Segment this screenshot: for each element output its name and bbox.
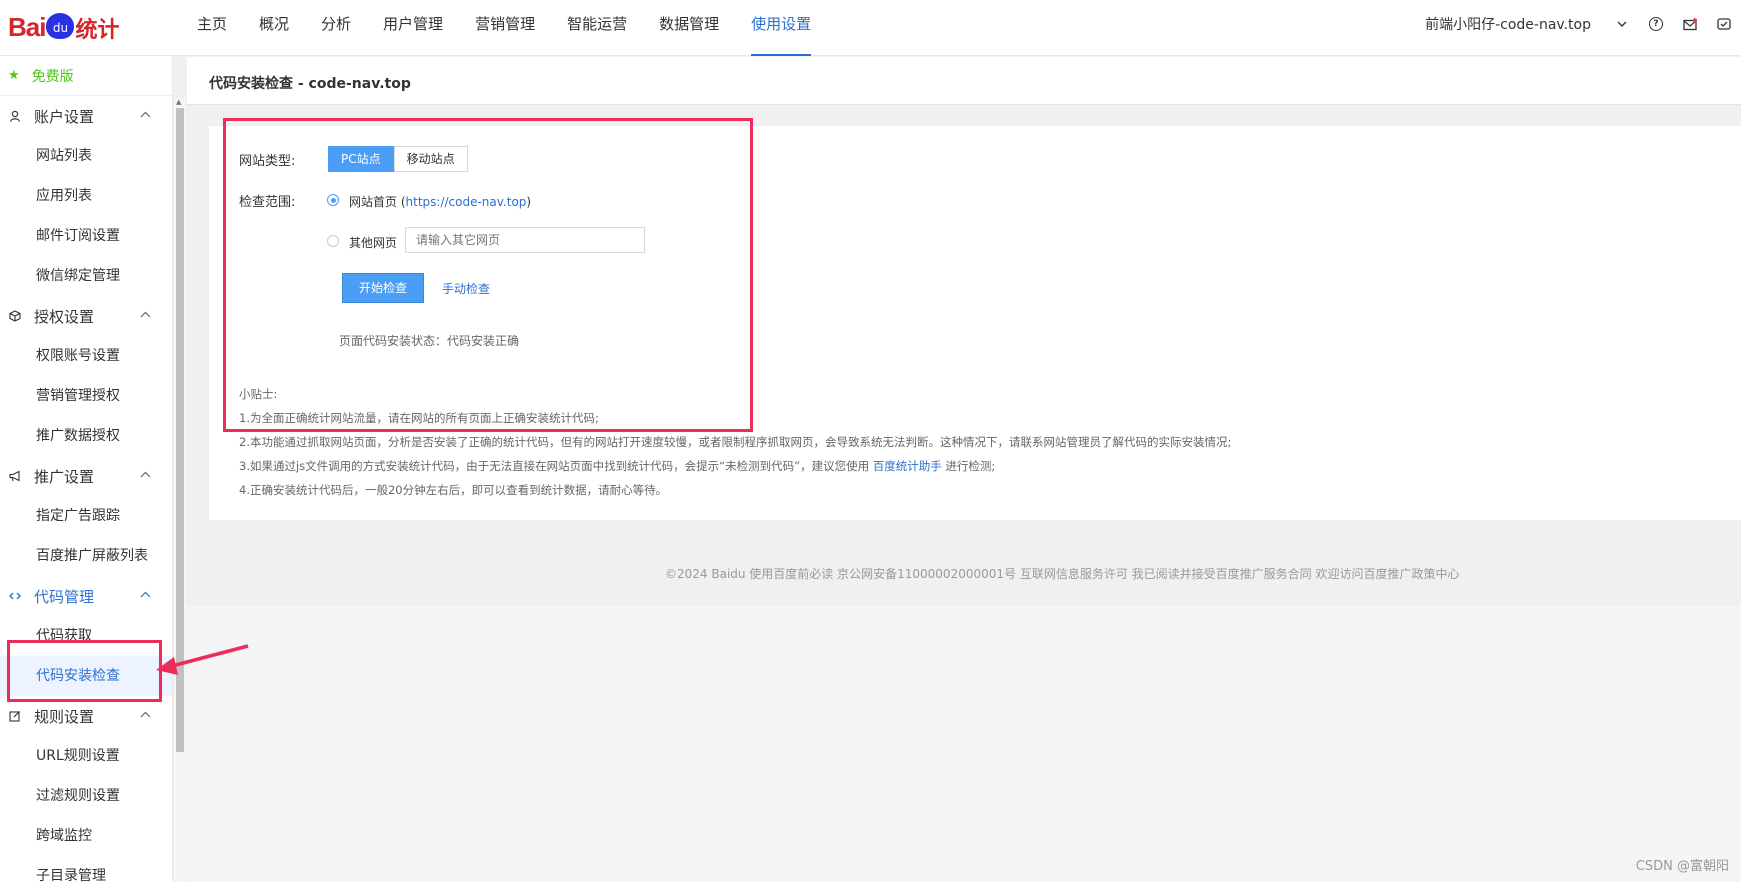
- edit-icon: [8, 709, 22, 723]
- tip-item: 4.正确安装统计代码后，一般20分钟左右后，即可以查看到统计数据，请耐心等待。: [239, 483, 668, 497]
- chevron-up-icon: [140, 588, 151, 601]
- nav-home[interactable]: 主页: [181, 0, 243, 56]
- menu-group-rules[interactable]: 规则设置: [0, 696, 172, 736]
- chevron-down-icon[interactable]: [1615, 17, 1629, 31]
- code-icon: [8, 589, 22, 603]
- chevron-up-icon: [140, 468, 151, 481]
- sidebar-item-email-subscription[interactable]: 邮件订阅设置: [0, 216, 172, 256]
- sidebar-menu: 账户设置 网站列表 应用列表 邮件订阅设置 微信绑定管理 授权设置 权限账号设置…: [0, 96, 172, 882]
- sidebar-item-app-list[interactable]: 应用列表: [0, 176, 172, 216]
- user-icon: [8, 109, 22, 123]
- sidebar-item-url-rules[interactable]: URL规则设置: [0, 736, 172, 776]
- chevron-up-icon: [140, 708, 151, 721]
- cube-icon: [8, 309, 22, 323]
- sidebar-item-site-list[interactable]: 网站列表: [0, 136, 172, 176]
- chevron-up-icon: [140, 108, 151, 121]
- content-background: [187, 606, 1741, 882]
- sidebar-item-wechat-binding[interactable]: 微信绑定管理: [0, 256, 172, 296]
- sidebar-item-permission-accounts[interactable]: 权限账号设置: [0, 336, 172, 376]
- menu-group-promotion[interactable]: 推广设置: [0, 456, 172, 496]
- nav-marketing-management[interactable]: 营销管理: [459, 0, 551, 56]
- help-icon[interactable]: ?: [1649, 17, 1663, 31]
- annotation-arrow-icon: [156, 644, 249, 675]
- sidebar-item-filter-rules[interactable]: 过滤规则设置: [0, 776, 172, 816]
- nav-overview[interactable]: 概况: [243, 0, 305, 56]
- sidebar-item-promotion-data-authorization[interactable]: 推广数据授权: [0, 416, 172, 456]
- annotation-box-menu: [7, 640, 162, 702]
- top-bar: Bai du 统计 主页 概况 分析 用户管理 营销管理 智能运营 数据管理 使用设…: [0, 0, 1741, 56]
- baidu-paw-icon: du: [46, 12, 75, 39]
- footer: ©2024 Baidu 使用百度前必读 京公网安备11000002000001号…: [187, 520, 1741, 606]
- footer-text: ©2024 Baidu 使用百度前必读 京公网安备11000002000001号…: [665, 567, 1460, 581]
- free-version-row[interactable]: ★ 免费版: [0, 56, 172, 96]
- sidebar: ★ 免费版 账户设置 网站列表 应用列表 邮件订阅设置 微信绑定管理 授权设置 …: [0, 56, 173, 882]
- megaphone-icon: [8, 469, 22, 483]
- nav-smart-operation[interactable]: 智能运营: [551, 0, 643, 56]
- content-header: 代码安装检查 - code-nav.top: [187, 57, 1741, 105]
- main-nav: 主页 概况 分析 用户管理 营销管理 智能运营 数据管理 使用设置: [181, 0, 827, 56]
- tip-item: 3.如果通过js文件调用的方式安装统计代码，由于无法直接在网站页面中找到统计代码…: [239, 459, 996, 473]
- sidebar-scrollbar[interactable]: ▲: [174, 98, 186, 882]
- annotation-box-panel: [223, 118, 753, 432]
- nav-data-management[interactable]: 数据管理: [643, 0, 735, 56]
- message-icon[interactable]: [1717, 17, 1731, 31]
- sidebar-item-promotion-block-list[interactable]: 百度推广屏蔽列表: [0, 536, 172, 576]
- sidebar-item-marketing-authorization[interactable]: 营销管理授权: [0, 376, 172, 416]
- site-selector[interactable]: 前端小阳仔-code-nav.top: [1425, 14, 1591, 34]
- mail-icon[interactable]: [1683, 17, 1697, 31]
- menu-group-code-management[interactable]: 代码管理: [0, 576, 172, 616]
- scroll-up-icon[interactable]: ▲: [176, 98, 181, 106]
- menu-group-account[interactable]: 账户设置: [0, 96, 172, 136]
- baidu-tongji-logo[interactable]: Bai du 统计: [0, 0, 160, 56]
- csdn-watermark: CSDN @富朝阳: [1635, 859, 1729, 874]
- star-icon: ★: [8, 68, 20, 83]
- tip-item: 2.本功能通过抓取网站页面，分析是否安装了正确的统计代码，但有的网站打开速度较慢…: [239, 435, 1232, 449]
- page-title: 代码安装检查 - code-nav.top: [209, 76, 411, 92]
- chevron-up-icon: [140, 308, 151, 321]
- sidebar-item-cross-domain[interactable]: 跨域监控: [0, 816, 172, 856]
- menu-group-authorization[interactable]: 授权设置: [0, 296, 172, 336]
- baidu-assistant-link[interactable]: 百度统计助手: [873, 459, 942, 473]
- top-right-tools: 前端小阳仔-code-nav.top ?: [1425, 0, 1741, 48]
- nav-settings[interactable]: 使用设置: [735, 0, 827, 56]
- sidebar-item-subdirectory[interactable]: 子目录管理: [0, 856, 172, 882]
- nav-user-management[interactable]: 用户管理: [367, 0, 459, 56]
- nav-analysis[interactable]: 分析: [305, 0, 367, 56]
- sidebar-item-ad-tracking[interactable]: 指定广告跟踪: [0, 496, 172, 536]
